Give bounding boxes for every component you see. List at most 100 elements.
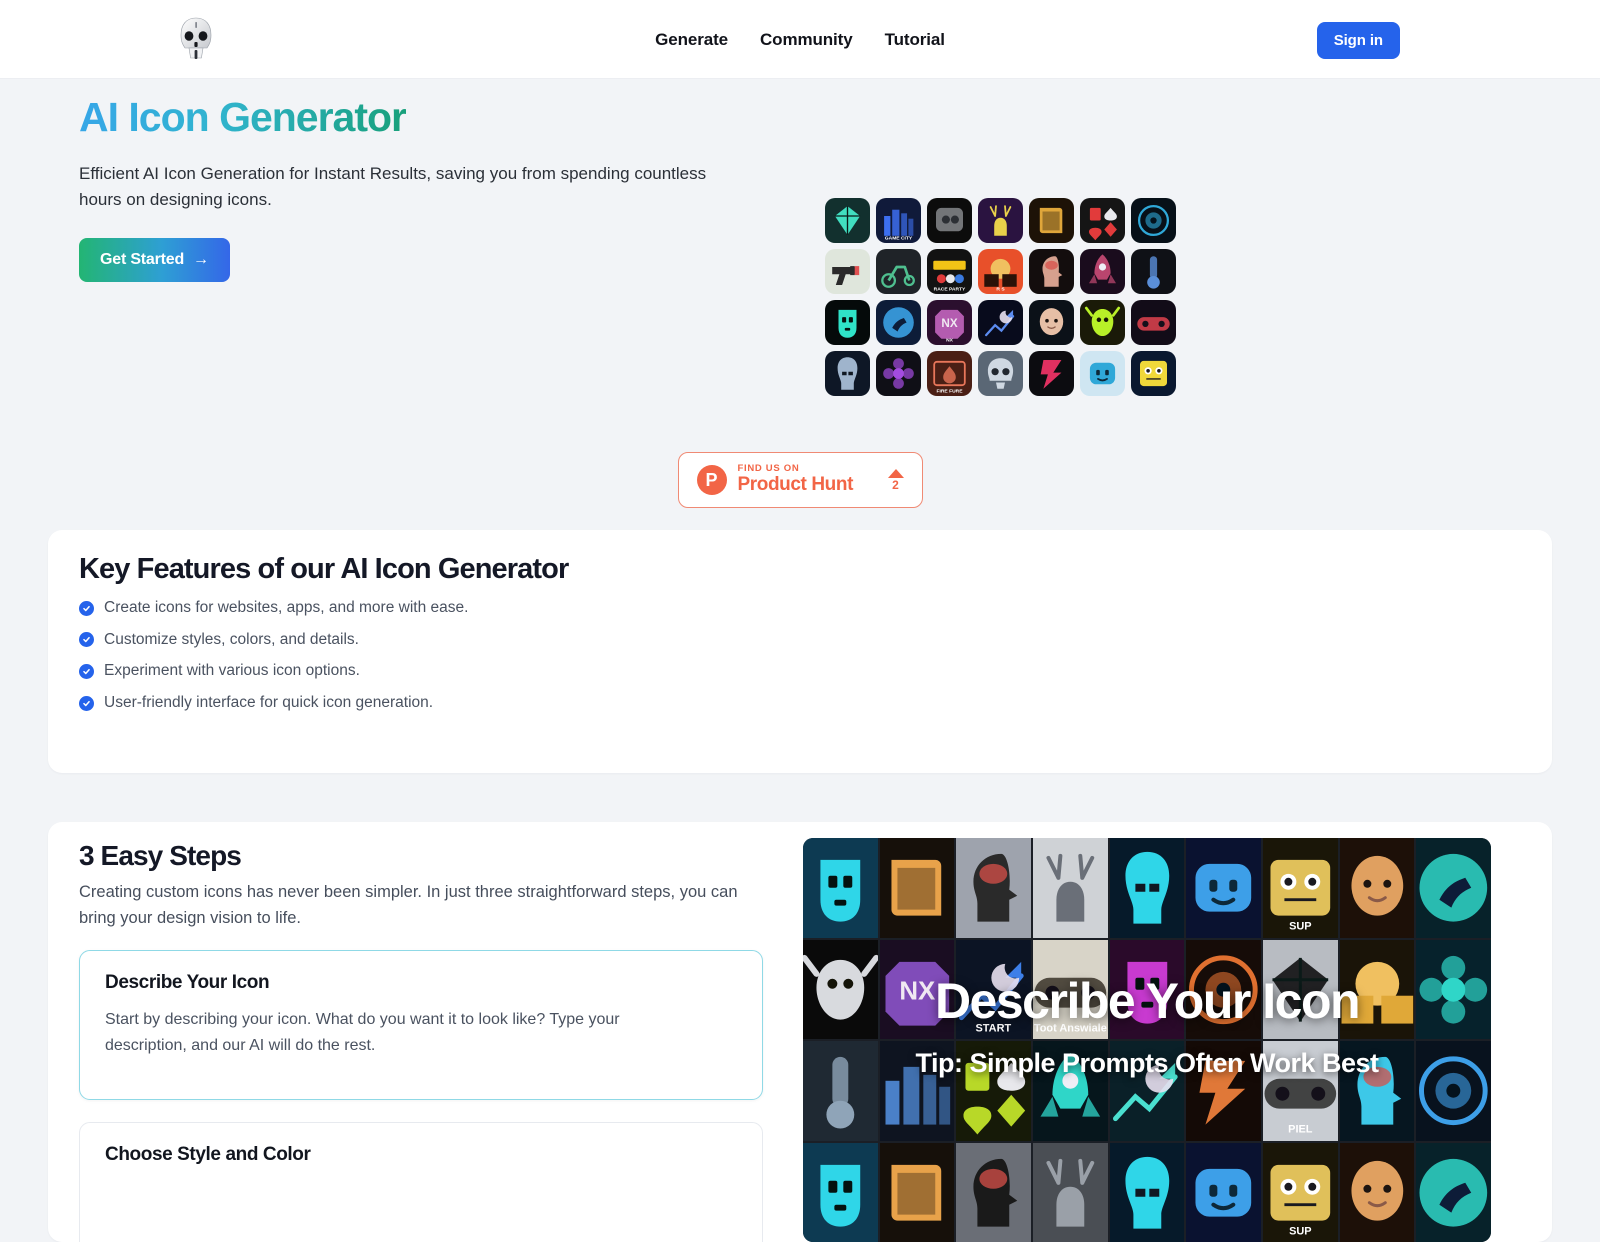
nav-community[interactable]: Community [760,30,853,50]
nav-tutorial[interactable]: Tutorial [885,30,945,50]
teal-figure-thumb [1416,838,1491,938]
thermometer-icon[interactable] [1131,249,1176,294]
book-hand-icon[interactable] [1029,198,1074,243]
feature-item: User-friendly interface for quick icon g… [79,694,468,713]
race-party-icon[interactable]: RACE PARTY [927,249,972,294]
diver-icon[interactable] [876,300,921,345]
green-monster-icon[interactable] [1080,300,1125,345]
baby-face-icon[interactable] [1029,300,1074,345]
support-agent-thumb [1186,838,1261,938]
key-features-card: Key Features of our AI Icon Generator Cr… [48,530,1552,773]
gamepad-icon[interactable] [1131,300,1176,345]
upvote-triangle-icon [888,469,904,478]
game-city-icon[interactable]: GAME CITY [876,198,921,243]
svg-text:Toot Answiale: Toot Answiale [1034,1022,1107,1034]
fox-thumb-2 [1033,1143,1108,1242]
check-circle-icon [79,601,94,616]
feature-label: User-friendly interface for quick icon g… [104,694,433,713]
deer-icon[interactable] [978,198,1023,243]
svg-text:FIRE FURE: FIRE FURE [936,388,963,394]
svg-text:PIEL: PIEL [1288,1124,1313,1136]
abstract-gem-icon[interactable] [825,198,870,243]
fox-thumb [1033,838,1108,938]
check-circle-icon [79,632,94,647]
robot-face-icon[interactable] [825,300,870,345]
warrior-icon[interactable] [825,351,870,396]
cyan-mask-thumb-2 [803,1143,878,1242]
svg-text:R S: R S [996,286,1005,292]
site-header: Generate Community Tutorial Sign in [0,0,1600,79]
raccoon-thumb [803,940,878,1040]
flower-icon[interactable] [876,351,921,396]
woman-headphones-thumb-2 [1340,1143,1415,1242]
brain-head-icon[interactable] [1029,249,1074,294]
hero-copy: AI Icon Generator Efficient AI Icon Gene… [79,94,779,282]
product-hunt-wrap: P FIND US ON Product Hunt 2 [0,452,1600,508]
moon-chart-icon[interactable] [978,300,1023,345]
check-circle-icon [79,696,94,711]
feature-item: Create icons for websites, apps, and mor… [79,599,468,618]
hooded-figure-thumb [1110,838,1185,938]
svg-text:START: START [976,1022,1012,1034]
step-card-describe[interactable]: Describe Your Icon Start by describing y… [79,950,763,1100]
svg-text:NX: NX [946,337,954,343]
rocket-icon[interactable] [1080,249,1125,294]
eye-tech-icon[interactable] [1131,198,1176,243]
food-truck-thumb [1340,940,1415,1040]
svg-text:RACE PARTY: RACE PARTY [934,286,966,292]
f-logo-icon[interactable] [1029,351,1074,396]
svg-text:SUP: SUP [1289,1225,1312,1237]
check-circle-icon [79,664,94,679]
hooded-figure-thumb-2 [1110,1143,1185,1242]
step-heading: Choose Style and Color [105,1144,311,1166]
product-hunt-logo-letter: P [705,471,717,489]
easy-steps-card: 3 Easy Steps Creating custom icons has n… [48,822,1552,1242]
kahaa-thumb [1416,940,1491,1040]
card-suits-icon[interactable] [1080,198,1125,243]
ring-thumb [1263,940,1338,1040]
portrait-thumb [956,838,1031,938]
step-heading: Describe Your Icon [105,972,269,994]
sunset-train-icon[interactable]: R S [978,249,1023,294]
product-hunt-text: FIND US ON Product Hunt [738,464,871,496]
scooter-icon[interactable] [876,249,921,294]
bitcoin-gem-thumb: NX [880,940,955,1040]
glow-person-thumb [1340,1041,1415,1141]
skull-head-icon[interactable] [978,351,1023,396]
svg-text:SUP: SUP [1289,921,1312,933]
feature-item: Experiment with various icon options. [79,662,468,681]
target-thumb [1186,940,1261,1040]
product-hunt-logo-icon: P [697,465,727,495]
sponge-icon[interactable] [1131,351,1176,396]
cyan-mask-thumb [803,838,878,938]
nx-gem-icon[interactable]: NXNX [927,300,972,345]
purple-mech-thumb [1110,940,1185,1040]
step-card-style-color[interactable]: Choose Style and Color [79,1122,763,1242]
product-hunt-vote[interactable]: 2 [888,469,904,491]
phone-ui-thumb [880,1041,955,1141]
easy-steps-title: 3 Easy Steps [79,840,241,872]
arrow-right-icon: → [193,251,209,269]
get-started-button[interactable]: Get Started → [79,238,230,282]
blue-orb-thumb [1416,1041,1491,1141]
product-hunt-badge[interactable]: P FIND US ON Product Hunt 2 [678,452,923,508]
blue-bot-icon[interactable] [1080,351,1125,396]
key-features-list: Create icons for websites, apps, and mor… [79,599,468,712]
data-screen-thumb [1110,1041,1185,1141]
teal-trident-thumb [1033,1041,1108,1141]
get-started-label: Get Started [100,251,184,269]
step-body: Start by describing your icon. What do y… [105,1007,705,1058]
orange-scroll-thumb [880,838,955,938]
gray-creature-icon[interactable] [927,198,972,243]
easy-steps-subtitle: Creating custom icons has never been sim… [79,880,769,931]
ray-gun-icon[interactable] [825,249,870,294]
nav-generate[interactable]: Generate [655,30,728,50]
generated-icon-grid: GAME CITY RACE PARTY R S NXNX FIRE FURE [825,198,1176,396]
preview-thumbnail-grid: SUP NX START Toot Answiale PIEL SUP [803,838,1491,1242]
product-hunt-eyebrow: FIND US ON [738,464,871,474]
step-preview-panel: SUPNXSTARTToot AnswialePIELSUP Describe … [803,838,1491,1242]
sign-in-button[interactable]: Sign in [1317,22,1400,59]
camera-thumb [803,1041,878,1141]
teal-figure-thumb-2 [1416,1143,1491,1242]
free-fire-icon[interactable]: FIRE FURE [927,351,972,396]
